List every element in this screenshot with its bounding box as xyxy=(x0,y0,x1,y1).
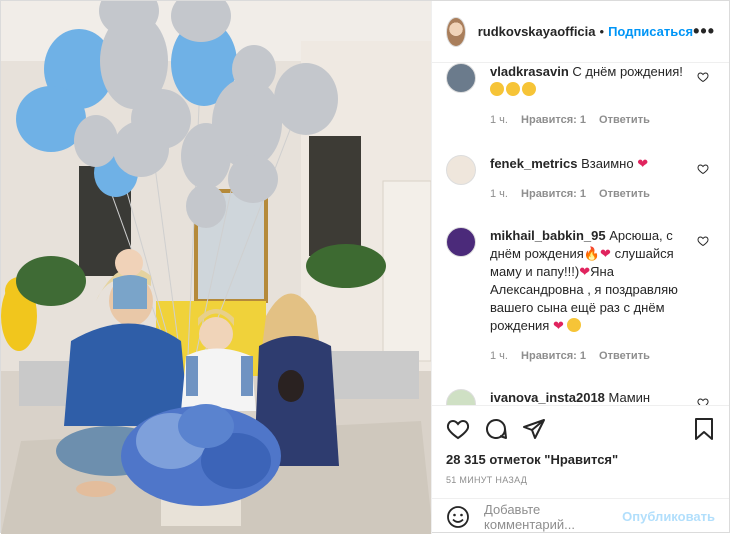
publish-button[interactable]: Опубликовать xyxy=(622,509,715,524)
add-comment-bar: Добавьте комментарий... Опубликовать xyxy=(432,498,729,534)
emoji-picker-icon[interactable] xyxy=(446,505,470,529)
comment-meta: 1 ч. Нравится: 1 Ответить xyxy=(490,111,690,129)
reply-button[interactable]: Ответить xyxy=(599,114,650,126)
post-header: rudkovskayaofficia • Подписаться ••• xyxy=(432,1,729,63)
comment-item: mikhail_babkin_95 Арсюша, с днём рождени… xyxy=(446,227,715,365)
post-side-panel: rudkovskayaofficia • Подписаться ••• vla… xyxy=(431,1,729,534)
red-heart-emoji-icon: ❤ xyxy=(600,246,611,261)
reply-button[interactable]: Ответить xyxy=(599,350,650,362)
emoji-face-icon xyxy=(490,82,504,96)
like-heart-icon[interactable] xyxy=(446,417,470,441)
like-comment-heart-icon[interactable] xyxy=(697,235,709,247)
comment-bubble-icon[interactable] xyxy=(484,417,508,441)
like-comment-heart-icon[interactable] xyxy=(697,397,709,405)
comment-body: mikhail_babkin_95 Арсюша, с днём рождени… xyxy=(490,227,690,365)
bookmark-save-icon[interactable] xyxy=(693,417,715,441)
author-avatar[interactable] xyxy=(446,16,466,47)
comment-time[interactable]: 1 ч. xyxy=(490,114,508,126)
comment-likes[interactable]: Нравится: 1 xyxy=(521,114,586,126)
comment-item: ivanova_insta2018 Мамин сыночек!!! xyxy=(446,389,715,405)
comment-username[interactable]: mikhail_babkin_95 xyxy=(490,228,606,243)
family-birthday-photo xyxy=(1,1,431,534)
comment-text: С днём рождения! xyxy=(572,64,683,79)
comment-likes[interactable]: Нравится: 1 xyxy=(521,350,586,362)
comment-meta: 1 ч. Нравится: 1 Ответить xyxy=(490,185,690,203)
likes-count[interactable]: 28 315 отметок "Нравится" xyxy=(446,452,715,467)
follow-button[interactable]: Подписаться xyxy=(608,24,693,39)
commenter-avatar[interactable] xyxy=(446,155,476,185)
commenter-avatar[interactable] xyxy=(446,389,476,405)
reply-button[interactable]: Ответить xyxy=(599,188,650,200)
comment-item: fenek_metrics Взаимно ❤ 1 ч. Нравится: 1… xyxy=(446,155,715,203)
like-comment-heart-icon[interactable] xyxy=(697,71,709,83)
commenter-avatar[interactable] xyxy=(446,63,476,93)
post-actions: 28 315 отметок "Нравится" 51 МИНУТ НАЗАД xyxy=(432,405,729,499)
post-time[interactable]: 51 МИНУТ НАЗАД xyxy=(446,475,715,485)
comment-likes[interactable]: Нравится: 1 xyxy=(521,188,586,200)
more-options-icon[interactable]: ••• xyxy=(693,21,715,42)
fire-emoji-icon: 🔥 xyxy=(583,246,601,261)
comment-body: ivanova_insta2018 Мамин сыночек!!! xyxy=(490,389,690,405)
comment-username[interactable]: ivanova_insta2018 xyxy=(490,390,605,405)
comment-input[interactable]: Добавьте комментарий... xyxy=(484,502,622,532)
comment-item: vladkrasavin С днём рождения! 1 ч. Нрави… xyxy=(446,63,715,129)
emoji-face-icon xyxy=(506,82,520,96)
red-heart-emoji-icon: ❤ xyxy=(552,318,564,333)
comment-username[interactable]: vladkrasavin xyxy=(490,64,569,79)
commenter-avatar[interactable] xyxy=(446,227,476,257)
emoji-smile-icon xyxy=(567,318,582,332)
share-send-icon[interactable] xyxy=(522,417,546,441)
emoji-face-icon xyxy=(522,82,536,96)
header-separator: • xyxy=(599,24,605,39)
comment-body: vladkrasavin С днём рождения! 1 ч. Нрави… xyxy=(490,63,690,129)
comments-list[interactable]: vladkrasavin С днём рождения! 1 ч. Нрави… xyxy=(432,63,729,405)
post-photo[interactable] xyxy=(1,1,431,534)
comment-text: Взаимно xyxy=(581,156,634,171)
instagram-post: rudkovskayaofficia • Подписаться ••• vla… xyxy=(0,0,730,534)
comment-time[interactable]: 1 ч. xyxy=(490,350,508,362)
comment-body: fenek_metrics Взаимно ❤ 1 ч. Нравится: 1… xyxy=(490,155,690,203)
like-comment-heart-icon[interactable] xyxy=(697,163,709,175)
comment-time[interactable]: 1 ч. xyxy=(490,188,508,200)
red-heart-emoji-icon: ❤ xyxy=(579,264,591,279)
red-heart-emoji-icon: ❤ xyxy=(637,156,649,171)
author-username[interactable]: rudkovskayaofficia xyxy=(478,24,596,39)
action-icons-row xyxy=(446,414,715,444)
comment-meta: 1 ч. Нравится: 1 Ответить xyxy=(490,347,690,365)
comment-username[interactable]: fenek_metrics xyxy=(490,156,577,171)
